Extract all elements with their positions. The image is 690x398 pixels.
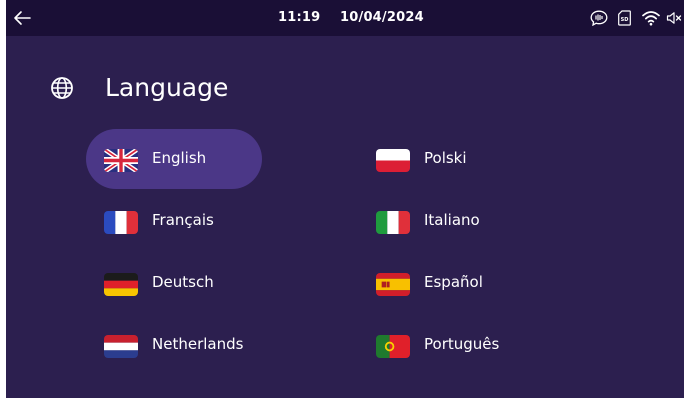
- language-label: Deutsch: [152, 273, 214, 291]
- spain-flag-icon: [376, 273, 410, 296]
- uk-flag-icon: [104, 149, 138, 172]
- language-label: Español: [424, 273, 483, 291]
- back-arrow-icon[interactable]: [12, 8, 32, 28]
- language-label: Italiano: [424, 211, 480, 229]
- status-bar: 11:19 10/04/2024 SD: [6, 0, 684, 36]
- status-date: 10/04/2024: [340, 10, 424, 25]
- sd-card-icon: SD: [618, 10, 631, 26]
- page-header: Language: [6, 70, 684, 110]
- svg-text:SD: SD: [621, 17, 629, 23]
- language-option-english[interactable]: English: [86, 129, 262, 189]
- italy-flag-icon: [376, 211, 410, 234]
- portugal-flag-icon: [376, 335, 410, 358]
- speaker-muted-icon: [666, 12, 682, 24]
- language-label: Polski: [424, 149, 467, 167]
- language-option-netherlands[interactable]: Netherlands: [86, 315, 262, 375]
- page-title: Language: [105, 73, 229, 102]
- status-time: 11:19: [278, 10, 321, 25]
- language-option-francais[interactable]: Français: [86, 191, 262, 251]
- voice-bubble-icon: [590, 10, 608, 26]
- france-flag-icon: [104, 211, 138, 234]
- germany-flag-icon: [104, 273, 138, 296]
- language-option-deutsch[interactable]: Deutsch: [86, 253, 262, 313]
- language-option-polski[interactable]: Polski: [358, 129, 534, 189]
- language-label: Français: [152, 211, 214, 229]
- language-option-italiano[interactable]: Italiano: [358, 191, 534, 251]
- language-label: Netherlands: [152, 335, 244, 353]
- wifi-icon: [642, 11, 660, 26]
- language-label: Português: [424, 335, 500, 353]
- language-option-espanol[interactable]: Español: [358, 253, 534, 313]
- language-option-portugues[interactable]: Português: [358, 315, 534, 375]
- language-screen: 11:19 10/04/2024 SD Language English Fra…: [6, 0, 684, 398]
- globe-icon: [51, 77, 73, 99]
- netherlands-flag-icon: [104, 335, 138, 358]
- language-label: English: [152, 149, 207, 167]
- poland-flag-icon: [376, 149, 410, 172]
